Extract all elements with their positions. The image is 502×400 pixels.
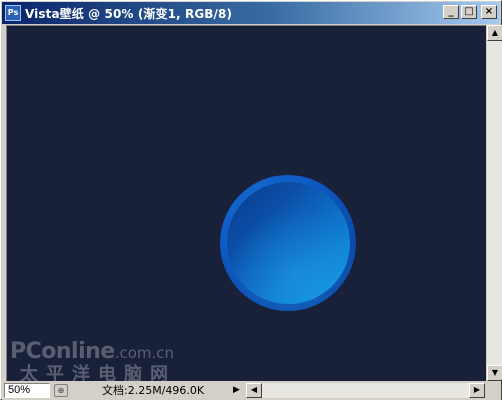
status-bar: 50% ⊕ 文档:2.25M/496.0K ▶ ◀ ▶: [2, 381, 501, 400]
watermark-brand-name: PConline: [10, 339, 115, 364]
horizontal-scrollbar[interactable]: ◀ ▶: [245, 382, 486, 399]
zoom-field[interactable]: 50%: [4, 383, 50, 398]
restore-button[interactable]: □: [461, 5, 477, 19]
status-menu-arrow-icon[interactable]: ▶: [233, 384, 243, 397]
window-controls: _ □ ×: [443, 5, 497, 19]
scroll-up-button[interactable]: ▲: [487, 25, 502, 41]
scroll-left-button[interactable]: ◀: [246, 383, 262, 398]
document-window: Ps Vista壁纸 @ 50% (渐变1, RGB/8) _ □ × PCon…: [0, 0, 502, 400]
minimize-button[interactable]: _: [443, 5, 459, 19]
site-watermark: PConline.com.cn 太平洋电脑网: [10, 340, 210, 382]
orb-glow: [220, 175, 356, 311]
vertical-scrollbar[interactable]: ▲ ▼: [486, 25, 502, 381]
document-size-info: 文档:2.25M/496.0K: [102, 384, 205, 397]
watermark-domain: .com.cn: [114, 344, 175, 362]
document-canvas[interactable]: PConline.com.cn 太平洋电脑网: [6, 25, 486, 381]
title-bar[interactable]: Ps Vista壁纸 @ 50% (渐变1, RGB/8) _ □ ×: [2, 2, 500, 24]
blue-orb-graphic: [220, 175, 356, 311]
watermark-brand: PConline.com.cn: [10, 340, 210, 365]
scroll-down-button[interactable]: ▼: [487, 365, 502, 381]
navigator-icon[interactable]: ⊕: [54, 384, 68, 397]
photoshop-doc-icon[interactable]: Ps: [5, 5, 21, 21]
window-title: Vista壁纸 @ 50% (渐变1, RGB/8): [25, 6, 233, 21]
scroll-right-button[interactable]: ▶: [469, 383, 485, 398]
close-button[interactable]: ×: [481, 5, 497, 19]
watermark-chinese: 太平洋电脑网: [20, 364, 176, 382]
resize-grip-icon[interactable]: [487, 383, 501, 398]
